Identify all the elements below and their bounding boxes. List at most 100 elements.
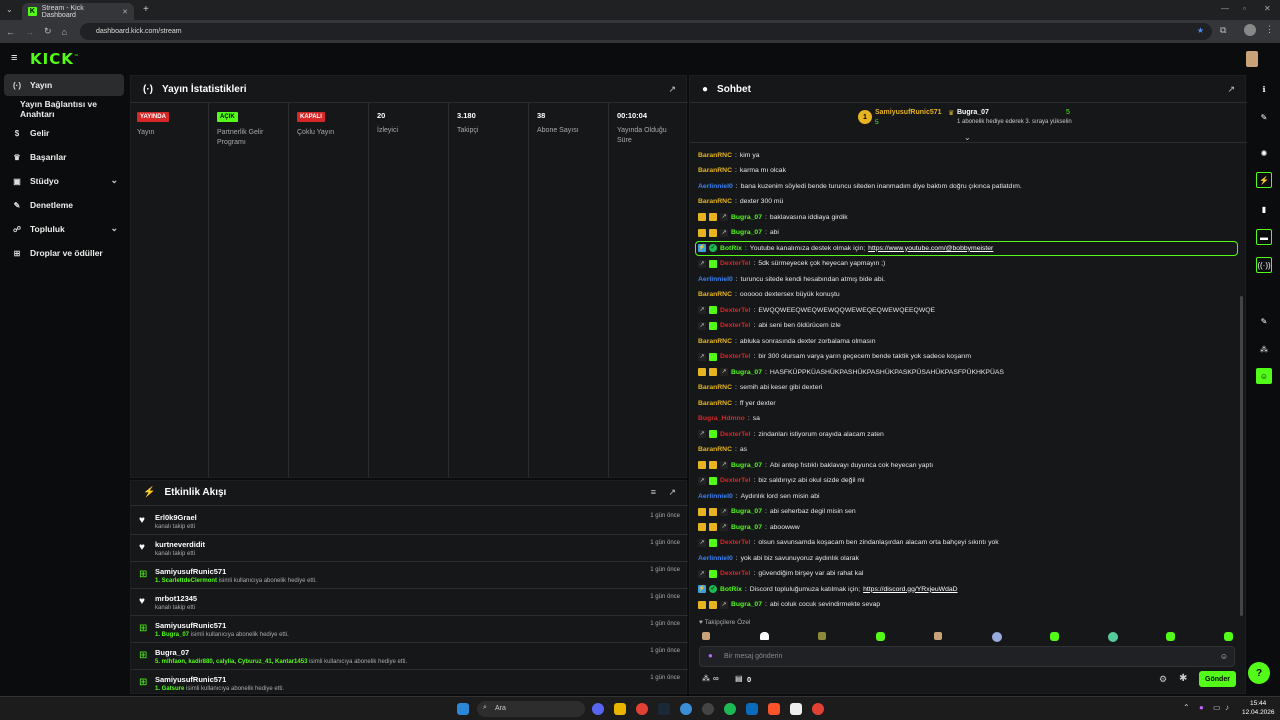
chat-input[interactable]: ● Bir mesaj gönderin ☺: [699, 646, 1235, 667]
chat-username[interactable]: Bugra_07: [731, 524, 762, 531]
chat-username[interactable]: BaranRNC: [698, 198, 732, 205]
chat-username[interactable]: BaranRNC: [698, 384, 732, 391]
maximize-icon[interactable]: ▫: [1243, 4, 1246, 13]
avatar[interactable]: [818, 632, 826, 640]
avatar[interactable]: [934, 632, 942, 640]
event-name[interactable]: SamiyusufRunic571: [155, 567, 226, 576]
gift-box-icon[interactable]: ▤: [735, 674, 743, 683]
sidebar-item-droplar[interactable]: ⊞ Droplar ve ödüller: [4, 242, 124, 264]
expand-icon[interactable]: ↗: [668, 487, 676, 498]
sidebar-item-denetleme[interactable]: ✎ Denetleme: [4, 194, 124, 216]
sidebar-item-gelir[interactable]: $ Gelir: [4, 122, 124, 144]
chat-username[interactable]: DexterTel: [720, 477, 750, 484]
chat-username[interactable]: Bugra_07: [731, 601, 762, 608]
chat-username[interactable]: BaranRNC: [698, 291, 732, 298]
chat-username[interactable]: Bugra_07: [731, 214, 762, 221]
new-tab-button[interactable]: +: [143, 4, 149, 15]
event-name[interactable]: kurtneverdidit: [155, 540, 205, 549]
avatar[interactable]: [992, 632, 1002, 642]
sidebar-item-topluluk[interactable]: ☍ Topluluk ⌄: [4, 218, 124, 240]
network-icon[interactable]: ▭: [1213, 703, 1221, 712]
chat-username[interactable]: AerlinnieI0: [698, 276, 733, 283]
tab-close-icon[interactable]: ✕: [122, 8, 128, 16]
minimize-icon[interactable]: —: [1221, 4, 1229, 13]
avatar[interactable]: [1050, 632, 1059, 641]
windows-start-icon[interactable]: [457, 703, 469, 715]
send-button[interactable]: Gönder: [1199, 671, 1236, 687]
help-chat-button[interactable]: ?: [1248, 662, 1270, 684]
spotify-icon[interactable]: [724, 703, 736, 715]
community-icon[interactable]: ⁂: [1256, 341, 1272, 357]
wrench-icon[interactable]: ✎: [1256, 313, 1272, 329]
sidebar-item-stream-key[interactable]: Yayın Bağlantısı ve Anahtarı: [4, 98, 124, 120]
bug-icon[interactable]: ✺: [1256, 145, 1272, 161]
chat-username[interactable]: Bugra_07: [731, 462, 762, 469]
file-explorer-icon[interactable]: [614, 703, 626, 715]
chat-username[interactable]: BaranRNC: [698, 446, 732, 453]
event-name[interactable]: Erl0k9Grael: [155, 513, 197, 522]
obs-icon[interactable]: [702, 703, 714, 715]
chat-username[interactable]: Bugra_07: [731, 229, 762, 236]
chat-username[interactable]: BaranRNC: [698, 400, 732, 407]
chat-username[interactable]: AerlinnieI0: [698, 555, 733, 562]
document-icon[interactable]: ▮: [1256, 201, 1272, 217]
edit-icon[interactable]: ✎: [1256, 109, 1272, 125]
chat-username[interactable]: AerlinnieI0: [698, 183, 733, 190]
broadcast-icon[interactable]: ((·)): [1256, 257, 1272, 273]
back-icon[interactable]: ←: [6, 27, 15, 37]
app-icon[interactable]: [680, 703, 692, 715]
top-gifter-name[interactable]: SamiyusufRunic571: [875, 109, 942, 116]
discord-icon[interactable]: [592, 703, 604, 715]
profile-avatar[interactable]: [1244, 24, 1256, 36]
chrome-icon[interactable]: [636, 703, 648, 715]
chrome-icon[interactable]: [812, 703, 824, 715]
browser-menu-icon[interactable]: ⋮: [1265, 24, 1274, 35]
close-window-icon[interactable]: ✕: [1264, 4, 1271, 13]
avatar[interactable]: [1108, 632, 1118, 642]
clock-date[interactable]: 12.04.2026: [1242, 709, 1275, 716]
sidebar-item-basarilar[interactable]: ♛ Başarılar: [4, 146, 124, 168]
chat-username[interactable]: BaranRNC: [698, 338, 732, 345]
expand-icon[interactable]: ↗: [668, 84, 676, 95]
extensions-icon[interactable]: ⧉: [1220, 25, 1226, 36]
event-name[interactable]: SamiyusufRunic571: [155, 675, 226, 684]
mic-tray-icon[interactable]: ●: [1199, 703, 1204, 712]
avatar[interactable]: [1166, 632, 1175, 641]
chat-username[interactable]: Bugra_Hdmno: [698, 415, 745, 422]
url-field[interactable]: dashboard.kick.com/stream ★: [80, 23, 1212, 40]
chat-username[interactable]: BotRix: [720, 586, 742, 593]
taskbar-search[interactable]: ⌕ Ara: [477, 701, 585, 717]
browser-tab[interactable]: K Stream - Kick Dashboard ✕: [22, 3, 134, 20]
chat-username[interactable]: Bugra_07: [731, 508, 762, 515]
lightning-icon[interactable]: ⚡: [1256, 172, 1272, 188]
chat-username[interactable]: DexterTel: [720, 539, 750, 546]
clock-time[interactable]: 15:44: [1250, 700, 1266, 707]
tab-search-icon[interactable]: ⌄: [6, 5, 13, 14]
second-gifter-name[interactable]: Bugra_07: [957, 109, 989, 116]
sidebar-item-studyo[interactable]: ▣ Stüdyo ⌄: [4, 170, 124, 192]
chat-link[interactable]: https://discord.gg/YRxjeuWdaD: [863, 586, 957, 593]
chat-username[interactable]: DexterTel: [720, 353, 750, 360]
reload-icon[interactable]: ↻: [44, 26, 52, 37]
vscode-icon[interactable]: [746, 703, 758, 715]
hamburger-menu-icon[interactable]: ≡: [11, 52, 17, 64]
sidebar-item-yayin[interactable]: (·) Yayın: [4, 74, 124, 96]
volume-icon[interactable]: ♪: [1225, 703, 1229, 712]
avatar[interactable]: [760, 632, 769, 640]
chat-username[interactable]: AerlinnieI0: [698, 493, 733, 500]
event-name[interactable]: mrbot12345: [155, 594, 197, 603]
bookmark-star-icon[interactable]: ★: [1197, 26, 1204, 35]
chat-username[interactable]: DexterTel: [720, 431, 750, 438]
kick-logo[interactable]: KICK™: [30, 50, 80, 68]
community-icon[interactable]: ⁂: [702, 674, 710, 683]
chat-username[interactable]: BaranRNC: [698, 152, 732, 159]
home-icon[interactable]: ⌂: [62, 27, 67, 37]
notion-icon[interactable]: [790, 703, 802, 715]
avatar-icon[interactable]: ☺: [1256, 368, 1272, 384]
avatar[interactable]: [1224, 632, 1233, 641]
filter-icon[interactable]: ≡: [651, 487, 656, 497]
user-avatar[interactable]: [1246, 51, 1258, 67]
chat-username[interactable]: Bugra_07: [731, 369, 762, 376]
microphone-icon[interactable]: ●: [708, 651, 713, 660]
chevron-down-icon[interactable]: ⌄: [964, 133, 971, 142]
